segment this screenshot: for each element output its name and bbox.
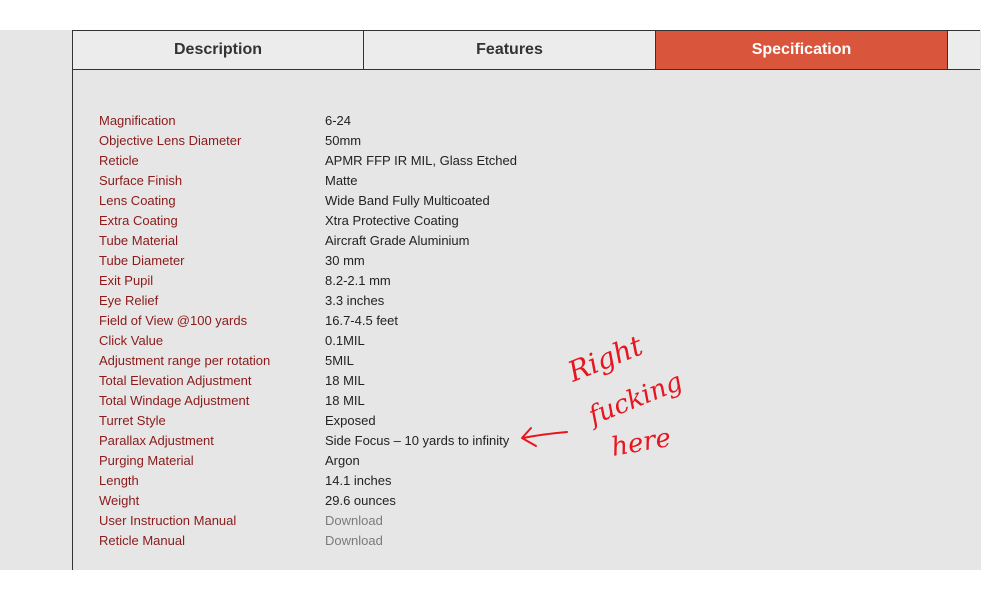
- spec-value: Wide Band Fully Multicoated: [325, 193, 490, 208]
- spec-value: Side Focus – 10 yards to infinity: [325, 431, 509, 451]
- panel-left-border: [72, 30, 73, 570]
- tab-description[interactable]: Description: [72, 30, 364, 70]
- spec-label: Purging Material: [99, 453, 194, 468]
- spec-label: Surface Finish: [99, 173, 183, 188]
- spec-label: Exit Pupil: [99, 273, 154, 288]
- spec-value: 30 mm: [325, 253, 365, 268]
- tab-label: Description: [173, 41, 262, 58]
- spec-label: Eye Relief: [99, 293, 159, 308]
- download-link[interactable]: Download: [325, 511, 383, 531]
- spec-label: Parallax Adjustment: [99, 433, 214, 448]
- spec-row: Parallax Adjustment Side Focus – 10 yards…: [99, 431, 517, 451]
- spec-row: Exit Pupil 8.2-2.1 mm: [99, 271, 517, 291]
- spec-label: Adjustment range per rotation: [99, 353, 271, 368]
- annotation-line-here: here: [609, 423, 673, 463]
- spec-value: 18 MIL: [325, 393, 365, 408]
- annotation-line-right: Right: [562, 330, 648, 389]
- spec-value: Aircraft Grade Aluminium: [325, 233, 470, 248]
- tab-specification[interactable]: Specification: [656, 30, 948, 70]
- arrow-icon: [521, 427, 568, 447]
- spec-row: Total Elevation Adjustment 18 MIL: [99, 371, 517, 391]
- spec-row: Adjustment range per rotation 5MIL: [99, 351, 517, 371]
- spec-row: Eye Relief 3.3 inches: [99, 291, 517, 311]
- spec-row: Reticle APMR FFP IR MIL, Glass Etched: [99, 151, 517, 171]
- spec-label: Magnification: [99, 113, 176, 128]
- spec-value: 6-24: [325, 113, 352, 128]
- spec-label: Tube Material: [99, 233, 178, 248]
- spec-row: Field of View @100 yards 16.7-4.5 feet: [99, 311, 517, 331]
- spec-label: Click Value: [99, 333, 164, 348]
- download-link[interactable]: Download: [325, 531, 383, 551]
- spec-value: Xtra Protective Coating: [325, 213, 459, 228]
- spec-label: Extra Coating: [99, 213, 178, 228]
- spec-row: Surface Finish Matte: [99, 171, 517, 191]
- spec-label: User Instruction Manual: [99, 513, 237, 528]
- spec-row: Purging Material Argon: [99, 451, 517, 471]
- spec-row: Weight 29.6 ounces: [99, 491, 517, 511]
- specification-list: Magnification 6-24 Objective Lens Diameter…: [99, 111, 517, 551]
- spec-value: 3.3 inches: [325, 293, 385, 308]
- tab-features[interactable]: Features: [364, 30, 656, 70]
- spec-value: 18 MIL: [325, 373, 365, 388]
- spec-value: 50mm: [325, 133, 362, 148]
- product-tabs: Description Features Specification: [72, 30, 981, 70]
- tab-label: Features: [476, 41, 543, 58]
- spec-row: Extra Coating Xtra Protective Coating: [99, 211, 517, 231]
- spec-row: Objective Lens Diameter 50mm: [99, 131, 517, 151]
- spec-label: Reticle: [99, 153, 139, 168]
- spec-label: Reticle Manual: [99, 533, 185, 548]
- spec-row: Length 14.1 inches: [99, 471, 517, 491]
- spec-label: Field of View @100 yards: [99, 313, 248, 328]
- spec-label: Tube Diameter: [99, 253, 185, 268]
- spec-value: Exposed: [325, 413, 376, 428]
- spec-value: 5MIL: [325, 353, 354, 368]
- spec-row: Magnification 6-24: [99, 111, 517, 131]
- spec-value: 8.2-2.1 mm: [325, 273, 391, 288]
- spec-label: Total Elevation Adjustment: [99, 373, 252, 388]
- spec-value: APMR FFP IR MIL, Glass Etched: [325, 153, 517, 168]
- spec-label: Total Windage Adjustment: [99, 393, 250, 408]
- spec-row: User Instruction Manual Download: [99, 511, 517, 531]
- spec-row: Turret Style Exposed: [99, 411, 517, 431]
- spec-label: Objective Lens Diameter: [99, 133, 242, 148]
- spec-label: Weight: [99, 493, 140, 508]
- spec-row: Tube Diameter 30 mm: [99, 251, 517, 271]
- spec-row: Lens Coating Wide Band Fully Multicoated: [99, 191, 517, 211]
- spec-value: Matte: [325, 173, 358, 188]
- spec-label: Turret Style: [99, 413, 166, 428]
- spec-row: Reticle Manual Download: [99, 531, 517, 551]
- spec-label: Lens Coating: [99, 193, 176, 208]
- tab-label: Specification: [751, 41, 852, 58]
- spec-value: 14.1 inches: [325, 473, 392, 488]
- spec-label: Length: [99, 473, 139, 488]
- spec-value: 16.7-4.5 feet: [325, 313, 398, 328]
- tab-overflow: [948, 30, 980, 70]
- spec-row: Tube Material Aircraft Grade Aluminium: [99, 231, 517, 251]
- spec-value: 29.6 ounces: [325, 493, 396, 508]
- handwritten-annotation: Right fucking here: [521, 330, 687, 463]
- spec-row: Click Value 0.1MIL: [99, 331, 517, 351]
- spec-row: Total Windage Adjustment 18 MIL: [99, 391, 517, 411]
- spec-value-text: Side Focus – 10 yards to infinity: [325, 433, 510, 448]
- spec-value: Argon: [325, 453, 360, 468]
- spec-value: 0.1MIL: [325, 333, 365, 348]
